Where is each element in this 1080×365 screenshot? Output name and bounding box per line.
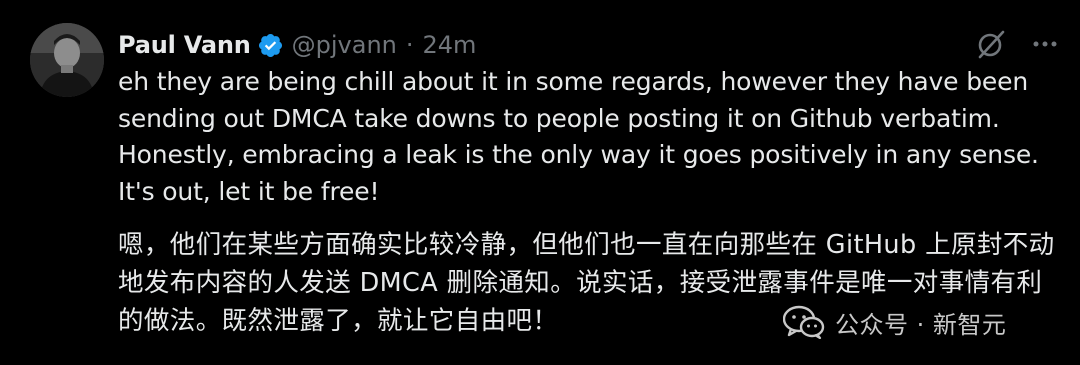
avatar[interactable] [30, 23, 104, 97]
display-name[interactable]: Paul Vann [118, 31, 251, 59]
more-horizontal-icon[interactable] [1030, 30, 1060, 58]
watermark: 公众号 · 新智元 [783, 305, 1006, 339]
tweet-header: Paul Vann @pjvann · 24m [118, 27, 476, 63]
wechat-icon [783, 305, 825, 339]
header-separator: · [405, 31, 414, 59]
verified-badge-icon[interactable] [257, 32, 284, 59]
user-avatar-photo-icon [30, 23, 104, 97]
watermark-text: 公众号 · 新智元 [835, 310, 1007, 339]
tweet-card: Paul Vann @pjvann · 24m eh they are bein… [0, 0, 1080, 365]
tweet-text-english: eh they are being chill about it in some… [118, 67, 1039, 206]
timestamp[interactable]: 24m [423, 31, 477, 59]
user-handle[interactable]: @pjvann [292, 31, 397, 59]
grok-slash-circle-icon[interactable] [975, 28, 1007, 60]
